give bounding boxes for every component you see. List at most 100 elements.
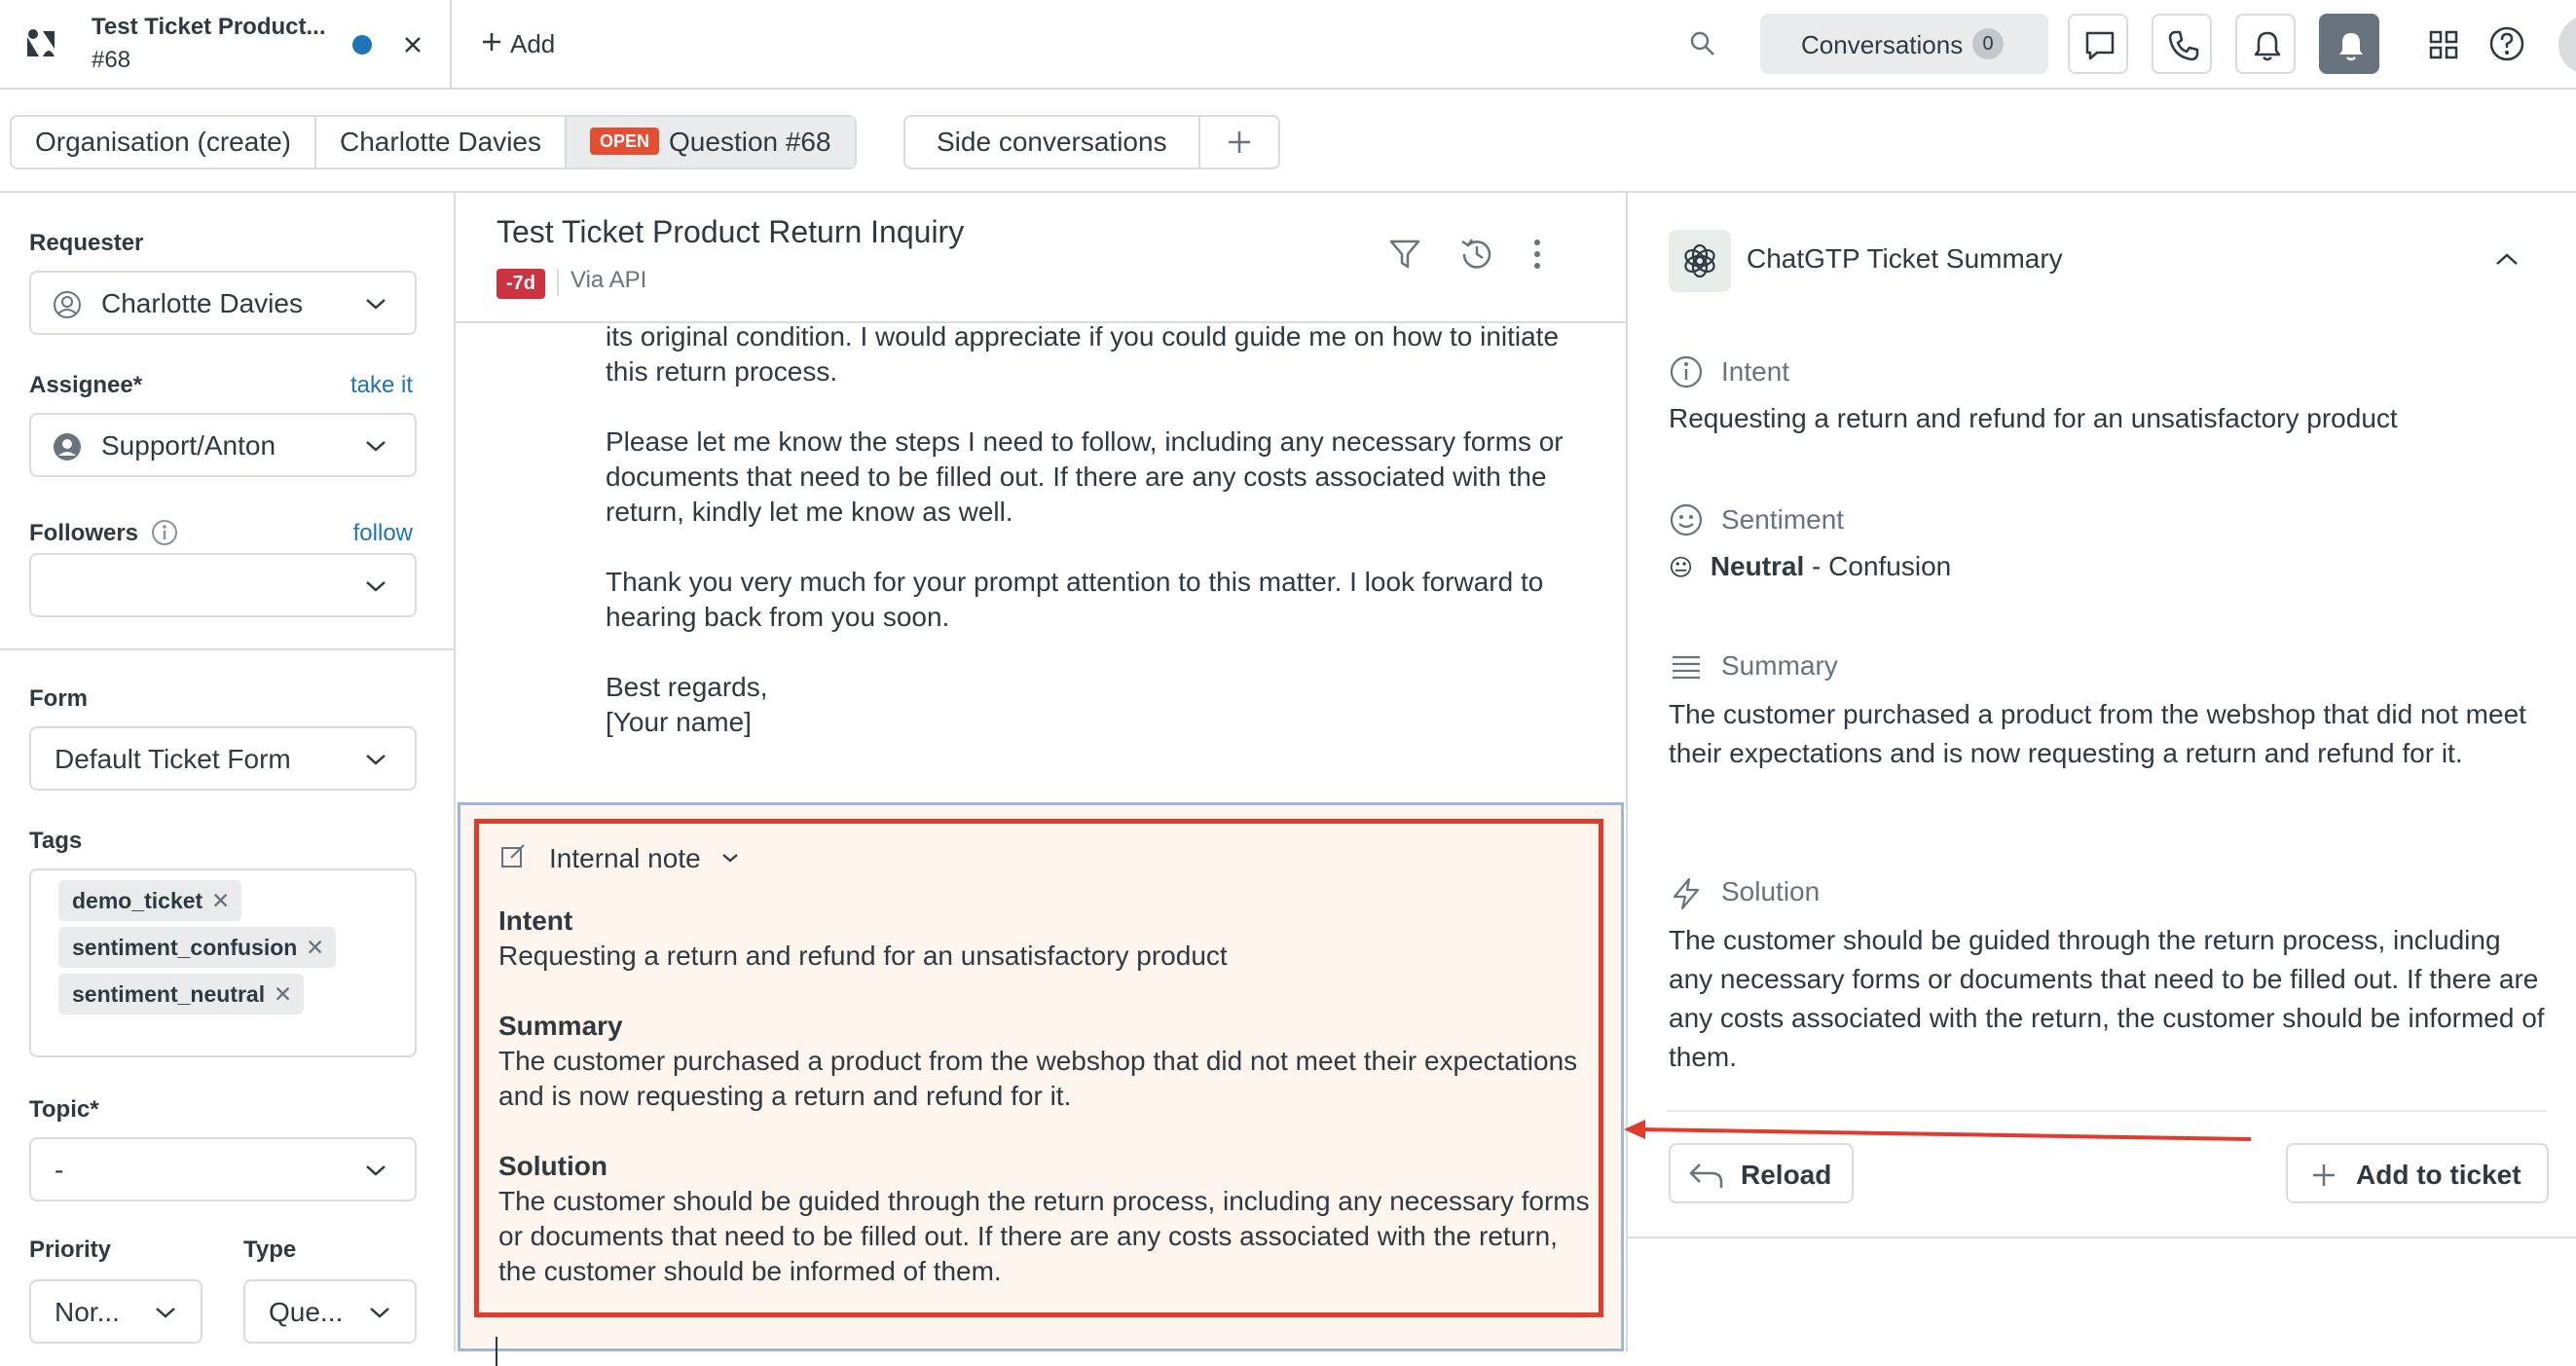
priority-value: Nor... bbox=[55, 1297, 120, 1327]
sentiment-heading: Sentiment bbox=[1721, 504, 1845, 535]
form-value: Default Ticket Form bbox=[55, 744, 291, 774]
summary-heading: Summary bbox=[1721, 650, 1838, 681]
message-signoff: Best regards, bbox=[606, 672, 768, 702]
intent-heading: Intent bbox=[1721, 356, 1790, 387]
assignee-select[interactable]: Support/Anton bbox=[29, 413, 417, 477]
note-summary: Summary The customer purchased a product … bbox=[498, 1009, 1599, 1114]
add-side-conversation-button[interactable] bbox=[1200, 117, 1278, 167]
tab-title: Test Ticket Product... bbox=[92, 14, 326, 40]
add-label: Add bbox=[510, 29, 556, 58]
top-bar: Test Ticket Product... #68 Add Conversat… bbox=[0, 0, 2576, 90]
apps-panel: ChatGTP Ticket Summary Intent Requesting… bbox=[1626, 193, 2576, 1351]
requester-label: Requester bbox=[29, 230, 144, 256]
add-to-ticket-button[interactable]: Add to ticket bbox=[2286, 1143, 2549, 1203]
followers-select[interactable] bbox=[29, 553, 417, 617]
chevron-down-icon bbox=[366, 755, 386, 765]
intent-text: Requesting a return and refund for an un… bbox=[1669, 403, 2398, 433]
note-intent: Intent Requesting a return and refund for… bbox=[498, 904, 1599, 974]
history-icon[interactable] bbox=[1458, 236, 1495, 273]
tags-label: Tags bbox=[29, 828, 83, 854]
tag-label: sentiment_confusion bbox=[72, 935, 298, 960]
type-label: Type bbox=[243, 1237, 297, 1263]
compose-mode-label: Internal note bbox=[549, 843, 701, 873]
type-value: Que... bbox=[269, 1297, 344, 1327]
tags-input[interactable]: demo_ticket ✕ sentiment_confusion ✕ sentim… bbox=[29, 868, 417, 1057]
sidebar-divider bbox=[0, 648, 454, 650]
conversations-button[interactable]: Conversations 0 bbox=[1760, 14, 2048, 74]
apps-notification-button[interactable] bbox=[2319, 14, 2379, 74]
agent-icon bbox=[54, 433, 81, 461]
plus-icon bbox=[1228, 131, 1250, 153]
summary-lines-icon bbox=[1673, 655, 1700, 680]
remove-tag-icon[interactable]: ✕ bbox=[211, 880, 230, 921]
tag-label: demo_ticket bbox=[72, 888, 203, 913]
compose-mode-selector[interactable]: Internal note bbox=[549, 843, 739, 874]
info-icon[interactable] bbox=[150, 518, 179, 547]
age-badge: -7d bbox=[497, 269, 545, 299]
tab-question-label: Question #68 bbox=[669, 127, 831, 157]
close-tab-icon[interactable] bbox=[403, 35, 423, 55]
tab-side-conversations[interactable]: Side conversations bbox=[905, 117, 1200, 167]
tag-label: sentiment_neutral bbox=[72, 981, 266, 1007]
solution-text: The customer should be guided through th… bbox=[1669, 925, 2545, 1072]
openai-logo-icon bbox=[1684, 243, 1715, 278]
product-grid-icon[interactable] bbox=[2428, 29, 2459, 60]
sentiment-label: Neutral bbox=[1710, 551, 1805, 581]
filter-icon[interactable] bbox=[1388, 238, 1421, 271]
summary-text: The customer purchased a product from th… bbox=[1669, 699, 2526, 768]
remove-tag-icon[interactable]: ✕ bbox=[274, 974, 292, 1015]
priority-label: Priority bbox=[29, 1237, 112, 1263]
phone-button[interactable] bbox=[2152, 14, 2212, 74]
chevron-down-icon bbox=[366, 299, 386, 310]
ticket-tab[interactable]: Test Ticket Product... #68 bbox=[0, 0, 452, 90]
search-icon[interactable] bbox=[1688, 29, 1717, 58]
avatar[interactable] bbox=[2558, 16, 2576, 74]
type-select[interactable]: Que... bbox=[243, 1279, 417, 1344]
note-solution-text: The customer should be guided through th… bbox=[498, 1186, 1590, 1286]
tab-question[interactable]: OPEN Question #68 bbox=[567, 117, 855, 167]
chatgpt-app-icon bbox=[1669, 230, 1731, 292]
form-select[interactable]: Default Ticket Form bbox=[29, 726, 417, 791]
assignee-label: Assignee* bbox=[29, 372, 143, 398]
reload-button[interactable]: Reload bbox=[1669, 1143, 1854, 1203]
bell-filled-icon bbox=[2339, 33, 2363, 61]
plus-icon bbox=[2313, 1164, 2335, 1186]
ticket-title[interactable]: Test Ticket Product Return Inquiry bbox=[497, 214, 964, 250]
more-options-icon[interactable] bbox=[1530, 238, 1544, 271]
ticket-context-tabs: Organisation (create) Charlotte Davies O… bbox=[10, 115, 857, 169]
chevron-up-icon[interactable] bbox=[2494, 251, 2520, 267]
solution-heading: Solution bbox=[1721, 876, 1821, 906]
help-icon[interactable] bbox=[2488, 25, 2525, 62]
tag-chip: sentiment_confusion ✕ bbox=[58, 927, 337, 968]
chevron-down-icon bbox=[156, 1308, 175, 1318]
topic-select[interactable]: - bbox=[29, 1137, 417, 1201]
smiley-icon bbox=[1670, 503, 1703, 536]
zendesk-logo-icon bbox=[27, 29, 55, 56]
conversations-count: 0 bbox=[1972, 28, 2004, 59]
phone-icon bbox=[2168, 30, 2199, 61]
chat-icon bbox=[2085, 31, 2115, 60]
chat-button[interactable] bbox=[2068, 14, 2128, 74]
take-it-link[interactable]: take it bbox=[350, 372, 413, 399]
conversation-pane: Test Ticket Product Return Inquiry -7d V… bbox=[456, 193, 1626, 1366]
side-conversation-tabs: Side conversations bbox=[903, 115, 1280, 169]
internal-note-editor[interactable]: Internal note Intent Requesting a return … bbox=[458, 802, 1624, 1366]
via-separator bbox=[557, 269, 559, 296]
conversations-label: Conversations bbox=[1801, 30, 1964, 59]
notifications-button[interactable] bbox=[2235, 14, 2296, 74]
follow-link[interactable]: follow bbox=[353, 520, 413, 547]
sentiment-detail: - Confusion bbox=[1804, 551, 1952, 581]
message-paragraph: Please let me know the steps I need to f… bbox=[606, 426, 1564, 527]
requester-select[interactable]: Charlotte Davies bbox=[29, 271, 417, 335]
user-icon bbox=[54, 291, 81, 318]
remove-tag-icon[interactable]: ✕ bbox=[306, 927, 324, 968]
bell-icon bbox=[2254, 31, 2281, 61]
form-label: Form bbox=[29, 685, 88, 712]
tab-requester[interactable]: Charlotte Davies bbox=[316, 117, 567, 167]
plus-icon bbox=[483, 33, 500, 51]
annotation-highlight-box: Internal note Intent Requesting a return … bbox=[474, 819, 1603, 1317]
lightning-icon bbox=[1673, 877, 1700, 910]
tab-organisation[interactable]: Organisation (create) bbox=[12, 117, 317, 167]
note-intent-text: Requesting a return and refund for an un… bbox=[498, 941, 1228, 971]
priority-select[interactable]: Nor... bbox=[29, 1279, 202, 1344]
